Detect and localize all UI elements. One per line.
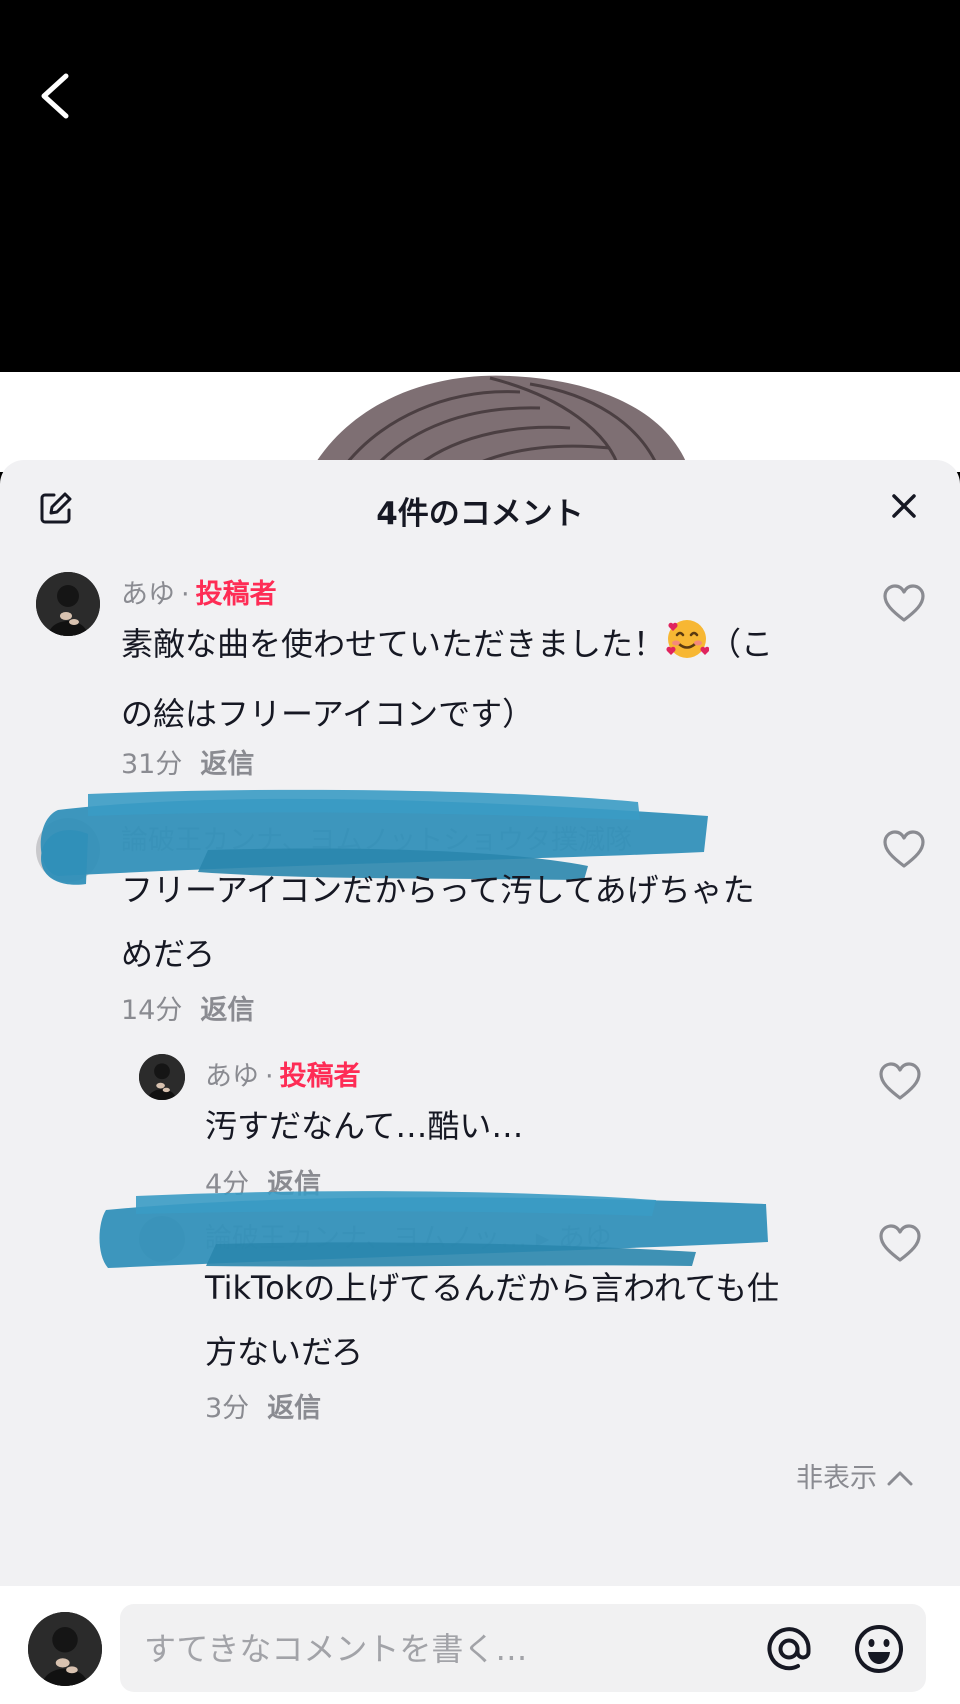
back-arrow-icon[interactable] [34,66,78,126]
comment-time: 31分 [121,749,183,780]
separator: · [265,1061,274,1092]
comments-header: 4件のコメント [0,460,960,556]
creator-badge: 投稿者 [195,579,277,610]
comment-text-part: （こ [709,625,774,663]
comment-author-line: あゆ · 投稿者 [121,572,277,611]
comment-input[interactable] [142,1604,746,1694]
comment-input-bar [0,1586,960,1704]
comment-time: 14分 [121,995,183,1026]
mention-icon[interactable] [762,1622,816,1676]
reply-text: TikTokの上げてるんだから言われても仕 方ないだろ [205,1256,845,1384]
comment-text-part: の絵はフリーアイコンです） [121,695,535,733]
reply-author[interactable]: 論破王カンナ、ヨムノッ… ▸ あゆ [205,1223,612,1254]
avatar[interactable] [36,572,100,636]
heart-icon[interactable] [882,584,926,624]
hide-replies-label: 非表示 [796,1463,877,1494]
comment-text: 素敵な曲を使わせていただきました！ （こ の絵はフリーアイコンです） [121,612,821,746]
hide-replies-button[interactable]: 非表示 [796,1456,914,1495]
reply-button[interactable]: 返信 [267,1169,321,1200]
comment-input-container [120,1604,926,1694]
comment-text: フリーアイコンだからって汚してあげちゃた めだろ [121,858,821,986]
reply-footer: 3分 返信 [205,1386,321,1425]
hair-illustration [310,375,690,472]
comment-author-line: 論破王カンナ、ヨムノットショウタ撲滅隊 [121,818,632,857]
my-avatar[interactable] [28,1612,102,1686]
comment-text-part: めだろ [121,935,216,973]
emoji-icon[interactable] [852,1622,906,1676]
comment-footer: 14分 返信 [121,988,254,1027]
creator-badge: 投稿者 [279,1061,361,1092]
reply-time: 4分 [205,1169,250,1200]
reply-author-line: 論破王カンナ、ヨムノッ… ▸ あゆ [205,1216,612,1255]
heart-icon[interactable] [878,1224,922,1264]
comment-author[interactable]: あゆ [121,579,175,610]
separator: · [181,579,190,610]
heart-icon[interactable] [878,1062,922,1102]
avatar[interactable] [36,818,100,882]
comments-count-title: 4件のコメント [376,496,584,532]
comment-author[interactable]: 論破王カンナ、ヨムノットショウタ撲滅隊 [121,825,632,856]
close-icon[interactable] [888,490,920,522]
comment-text-part: 素敵な曲を使わせていただきました！ [121,625,666,663]
reply-text-part: 汚すだなんて…酷い… [205,1107,524,1145]
reply-time: 3分 [205,1393,250,1424]
avatar[interactable] [139,1054,185,1100]
smiling-face-with-hearts-icon [665,617,710,682]
heart-icon[interactable] [882,830,926,870]
video-thumbnail [0,372,960,472]
video-player-area [0,0,960,372]
reply-text: 汚すだなんて…酷い… [205,1094,825,1158]
reply-button[interactable]: 返信 [200,995,254,1026]
comments-sheet: 4件のコメント あゆ · 投稿者 素敵な曲を使わせていただきました！ （こ の絵… [0,460,960,1704]
comment-text-part: フリーアイコンだからって汚してあげちゃた [121,871,755,909]
comment-footer: 31分 返信 [121,742,254,781]
reply-button[interactable]: 返信 [200,749,254,780]
reply-text-part: 方ないだろ [205,1333,364,1371]
reply-button[interactable]: 返信 [267,1393,321,1424]
reply-footer: 4分 返信 [205,1162,321,1201]
avatar[interactable] [139,1216,185,1262]
reply-text-part: TikTokの上げてるんだから言われても仕 [205,1269,780,1307]
chevron-up-icon [886,1463,914,1494]
reply-author[interactable]: あゆ [205,1061,259,1092]
reply-author-line: あゆ · 投稿者 [205,1054,361,1093]
